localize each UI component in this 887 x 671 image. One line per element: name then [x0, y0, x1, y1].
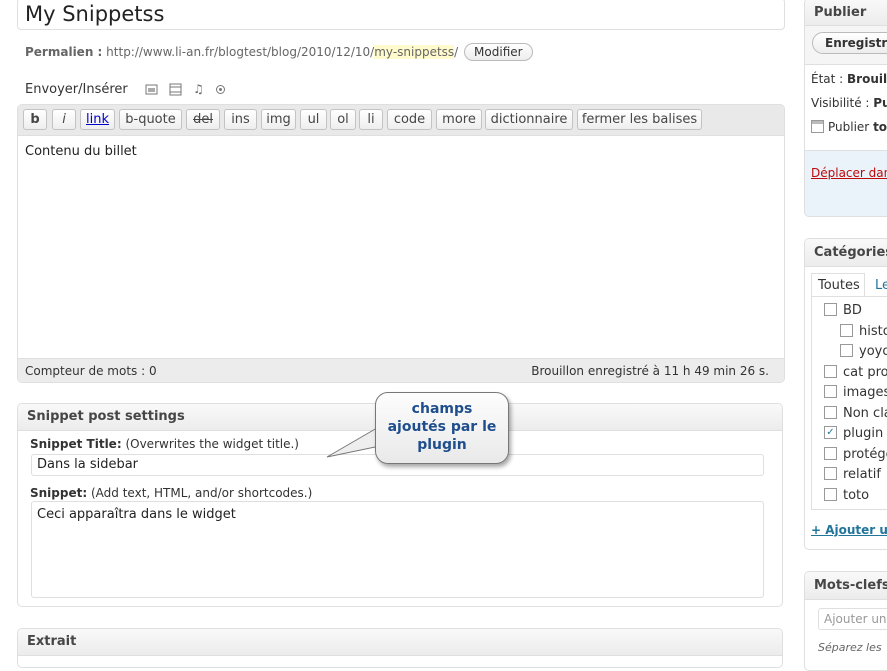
category-label: Non cla	[843, 406, 887, 421]
category-item[interactable]: cat prot	[824, 365, 887, 380]
excerpt-box: Extrait	[17, 628, 783, 668]
category-label: plugin	[843, 426, 884, 441]
snippet-title-hint: (Overwrites the widget title.)	[125, 437, 299, 451]
save-draft-button[interactable]: Enregistre	[812, 32, 887, 54]
status-value: Brouill	[847, 72, 887, 86]
category-checkbox[interactable]	[824, 467, 837, 480]
qt-img-button[interactable]: img	[261, 109, 296, 130]
categories-heading[interactable]: Catégories	[805, 239, 887, 267]
publish-heading[interactable]: Publier	[805, 0, 887, 26]
excerpt-heading[interactable]: Extrait	[18, 629, 782, 656]
qt-close-tags-button[interactable]: fermer les balises	[577, 109, 702, 130]
qt-italic-button[interactable]: i	[52, 109, 76, 130]
add-tag-input[interactable]: Ajouter un	[818, 608, 887, 630]
category-checkbox[interactable]	[824, 385, 837, 398]
permalink-label: Permalien :	[25, 45, 103, 59]
category-label: yoyo	[859, 344, 887, 359]
tags-box: Mots-clefs Ajouter un Séparez les	[804, 571, 887, 671]
qt-more-button[interactable]: more	[436, 109, 482, 130]
visibility-row: Visibilité : Pu	[811, 96, 887, 110]
qt-del-button[interactable]: del	[186, 109, 220, 130]
category-label: protége	[843, 447, 887, 462]
status-row: État : Brouill	[811, 72, 887, 86]
visibility-value: Pu	[873, 96, 887, 110]
category-label: BD	[843, 303, 862, 318]
category-item[interactable]: relatif	[824, 467, 881, 482]
category-checkbox[interactable]	[824, 365, 837, 378]
word-count: Compteur de mots : 0	[25, 364, 157, 378]
qt-ol-button[interactable]: ol	[330, 109, 356, 130]
tags-heading[interactable]: Mots-clefs	[805, 572, 887, 600]
tab-all-categories[interactable]: Toutes	[811, 273, 865, 297]
plugin-fields-callout: champs ajoutés par le plugin	[375, 392, 509, 464]
qt-dictionary-button[interactable]: dictionnaire	[485, 109, 573, 130]
callout-line-3: plugin	[417, 437, 467, 453]
quicktags-toolbar: b i link b-quote del ins img ul ol li co…	[18, 105, 784, 136]
video-icon[interactable]	[169, 83, 182, 96]
category-label: histo	[859, 324, 887, 339]
publish-date-value: tou	[873, 120, 887, 134]
category-item[interactable]: Non cla	[824, 406, 887, 421]
callout-line-1: champs	[411, 401, 473, 417]
post-title-text: My Snippetss	[25, 2, 165, 26]
category-checkbox[interactable]	[824, 488, 837, 501]
audio-icon[interactable]: ♫	[192, 83, 205, 96]
category-checkbox[interactable]	[824, 303, 837, 316]
category-label: images	[843, 385, 887, 400]
category-checkbox[interactable]	[824, 406, 837, 419]
calendar-icon	[811, 120, 824, 133]
category-item[interactable]: toto	[824, 488, 869, 503]
category-label: relatif	[843, 467, 881, 482]
editor-textarea[interactable]: Contenu du billet	[25, 144, 137, 159]
qt-bquote-button[interactable]: b-quote	[119, 109, 182, 130]
image-icon[interactable]	[145, 83, 158, 96]
edit-permalink-button[interactable]: Modifier	[464, 43, 533, 61]
category-item[interactable]: images	[824, 385, 887, 400]
category-checkbox[interactable]: ✓	[824, 426, 837, 439]
permalink-slug[interactable]: my-snippetss	[374, 45, 455, 59]
media-upload-label: Envoyer/Insérer	[25, 82, 128, 97]
category-checkbox[interactable]	[840, 344, 853, 357]
qt-code-button[interactable]: code	[387, 109, 432, 130]
snippet-hint: (Add text, HTML, and/or shortcodes.)	[90, 486, 313, 500]
move-to-trash-link[interactable]: Déplacer dan	[811, 166, 887, 180]
snippet-label: Snippet: (Add text, HTML, and/or shortco…	[30, 486, 313, 500]
category-label: toto	[843, 488, 870, 503]
post-editor: b i link b-quote del ins img ul ol li co…	[17, 104, 785, 383]
qt-link-button[interactable]: link	[80, 109, 115, 130]
category-item[interactable]: ✓ plugin	[824, 426, 883, 441]
qt-ul-button[interactable]: ul	[300, 109, 327, 130]
permalink-base: http://www.li-an.fr/blogtest/blog/2010/1…	[106, 45, 375, 59]
add-category-link[interactable]: + Ajouter u	[811, 523, 887, 537]
media-icon[interactable]	[214, 83, 227, 96]
category-item[interactable]: BD	[824, 303, 862, 318]
qt-ins-button[interactable]: ins	[224, 109, 257, 130]
permalink-end: /	[454, 45, 459, 59]
category-item[interactable]: yoyo	[840, 344, 887, 359]
publish-box: Publier Enregistre État : Brouill Visibi…	[804, 0, 887, 217]
category-item[interactable]: protége	[824, 447, 887, 462]
qt-li-button[interactable]: li	[359, 109, 383, 130]
editor-status-bar: Compteur de mots : 0 Brouillon enregistr…	[18, 358, 784, 382]
tab-popular-categories[interactable]: Le	[875, 278, 887, 293]
category-checkbox[interactable]	[824, 447, 837, 460]
permalink-row: Permalien : http://www.li-an.fr/blogtest…	[25, 43, 533, 61]
snippet-textarea[interactable]: Ceci apparaîtra dans le widget	[31, 501, 764, 598]
autosave-status: Brouillon enregistré à 11 h 49 min 26 s.	[531, 364, 769, 378]
category-checkbox[interactable]	[840, 324, 853, 337]
category-label: cat prot	[843, 365, 887, 380]
publish-date-row: Publier tou	[811, 120, 887, 134]
categories-box: Catégories Toutes Le BD histo yoyo cat prot…	[804, 238, 887, 550]
tags-hint: Séparez les	[818, 641, 882, 654]
callout-line-2: ajoutés par le	[387, 419, 497, 435]
categories-list: BD histo yoyo cat prot images Non cla ✓ plugin p…	[811, 296, 887, 510]
snippet-title-label: Snippet Title: (Overwrites the widget ti…	[30, 437, 299, 451]
qt-bold-button[interactable]: b	[23, 109, 47, 130]
category-item[interactable]: histo	[840, 324, 887, 339]
